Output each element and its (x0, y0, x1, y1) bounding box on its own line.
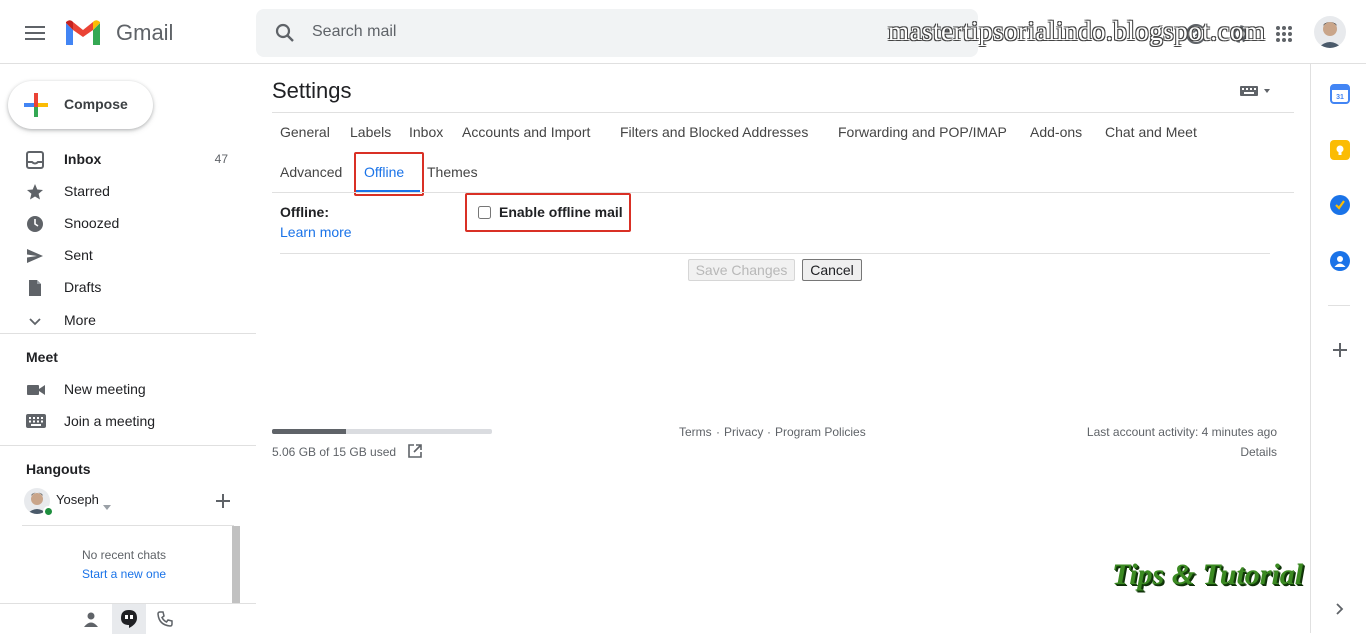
tips-tutorial-logo: Tips & Tutorial (1112, 558, 1304, 591)
join-meeting-item[interactable]: Join a meeting (0, 406, 256, 438)
side-panel-divider (1328, 305, 1350, 306)
inbox-count: 47 (214, 152, 228, 166)
tab-forwarding-and-pop-imap[interactable]: Forwarding and POP/IMAP (838, 124, 1007, 140)
details-link[interactable]: Details (1240, 445, 1277, 459)
open-in-new-icon[interactable] (408, 444, 422, 463)
keep-icon[interactable] (1330, 140, 1350, 160)
sidebar-item-label: More (64, 312, 96, 328)
tab-filters-and-blocked-addresses[interactable]: Filters and Blocked Addresses (620, 124, 808, 140)
chevron-right-icon[interactable] (1335, 602, 1345, 620)
join-meeting-label: Join a meeting (64, 413, 156, 429)
search-input[interactable] (312, 23, 872, 41)
keyboard-icon (26, 413, 46, 431)
enable-offline-label[interactable]: Enable offline mail (499, 204, 623, 220)
tab-inbox[interactable]: Inbox (409, 124, 443, 140)
start-new-chat-link[interactable]: Start a new one (82, 567, 166, 581)
page-title: Settings (272, 78, 352, 103)
get-addons-icon[interactable] (1333, 343, 1347, 362)
search-icon[interactable] (274, 22, 296, 44)
svg-text:31: 31 (1336, 94, 1344, 101)
tab-add-ons[interactable]: Add-ons (1030, 124, 1082, 140)
sidebar-item-drafts[interactable]: Drafts (0, 272, 256, 304)
caret-down-icon[interactable] (103, 497, 111, 515)
sidebar-item-snoozed[interactable]: Snoozed (0, 208, 256, 240)
cancel-button[interactable]: Cancel (802, 259, 862, 281)
enable-offline-checkbox[interactable] (478, 206, 491, 219)
program-policies-link[interactable]: Program Policies (775, 425, 866, 439)
sidebar-item-label: Starred (64, 183, 110, 199)
storage-used-text: 5.06 GB of 15 GB used (272, 445, 397, 459)
sidebar-item-label: Drafts (64, 279, 102, 295)
footer-separator: · (716, 425, 720, 439)
hangouts-scrollbar[interactable] (232, 526, 240, 603)
chevron-down-icon (26, 312, 46, 330)
meet-section-title: Meet (26, 349, 58, 365)
hangouts-section-title: Hangouts (26, 461, 91, 477)
offline-setting-label: Offline: (280, 204, 329, 220)
footer-separator: · (767, 425, 771, 439)
apps-grid-icon[interactable] (1272, 22, 1296, 46)
new-meeting-item[interactable]: New meeting (0, 374, 256, 406)
calendar-icon[interactable]: 31 (1330, 84, 1350, 104)
star-icon (26, 183, 46, 201)
terms-link[interactable]: Terms (679, 425, 712, 439)
tabs-divider (272, 192, 1294, 193)
tab-themes[interactable]: Themes (427, 164, 478, 180)
compose-label: Compose (64, 96, 128, 112)
settings-content-divider (280, 253, 1270, 254)
save-changes-button[interactable]: Save Changes (688, 259, 795, 281)
gmail-logo-icon[interactable] (64, 18, 102, 48)
hangouts-bottom-bar (0, 603, 256, 634)
hangouts-divider (22, 525, 234, 526)
settings-header-divider (272, 112, 1294, 113)
send-icon (26, 247, 46, 265)
contacts-icon[interactable] (82, 610, 100, 628)
new-meeting-label: New meeting (64, 381, 146, 397)
phone-icon[interactable] (156, 610, 174, 628)
tab-advanced[interactable]: Advanced (280, 164, 342, 180)
account-avatar[interactable] (1314, 16, 1346, 48)
tab-general[interactable]: General (280, 124, 330, 140)
hangouts-icon[interactable] (112, 604, 146, 634)
inbox-icon (26, 151, 46, 169)
tab-chat-and-meet[interactable]: Chat and Meet (1105, 124, 1197, 140)
search-bar[interactable] (256, 9, 978, 57)
storage-bar (272, 429, 492, 434)
sidebar-item-label: Inbox (64, 151, 102, 167)
tab-accounts-and-import[interactable]: Accounts and Import (462, 124, 590, 140)
sidebar-item-label: Snoozed (64, 215, 120, 231)
tasks-icon[interactable] (1330, 195, 1350, 215)
sidebar-item-label: Sent (64, 247, 93, 263)
watermark-text: mastertipsorialindo.blogspot.com (888, 16, 1266, 46)
draft-icon (26, 279, 46, 297)
sidebar-divider (0, 445, 256, 446)
privacy-link[interactable]: Privacy (724, 425, 763, 439)
gmail-logo-text[interactable]: Gmail (116, 20, 173, 46)
compose-button[interactable]: Compose (8, 81, 153, 129)
sidebar-item-sent[interactable]: Sent (0, 240, 256, 272)
highlight-box-offline-tab (354, 152, 424, 196)
tab-labels[interactable]: Labels (350, 124, 391, 140)
no-recent-chats-text: No recent chats (82, 548, 167, 562)
storage-bar-fill (272, 429, 347, 434)
clock-icon (26, 215, 46, 233)
learn-more-link[interactable]: Learn more (280, 224, 352, 240)
plus-icon (24, 93, 48, 117)
online-status-dot (43, 506, 54, 517)
video-camera-icon (26, 381, 46, 399)
last-activity-text: Last account activity: 4 minutes ago (1086, 425, 1277, 439)
sidebar-item-starred[interactable]: Starred (0, 176, 256, 208)
side-panel: 31 (1310, 64, 1366, 633)
hangouts-user-name[interactable]: Yoseph (56, 492, 99, 507)
sidebar-divider (0, 333, 256, 334)
main-menu-icon[interactable] (22, 20, 48, 46)
add-chat-icon[interactable] (216, 494, 230, 513)
contacts-app-icon[interactable] (1330, 251, 1350, 271)
top-header: Gmail ? mastertipsorialindo.blogspot.com (0, 0, 1366, 64)
sidebar-item-inbox[interactable]: Inbox 47 (0, 144, 256, 176)
input-tools-icon[interactable] (1240, 84, 1272, 102)
